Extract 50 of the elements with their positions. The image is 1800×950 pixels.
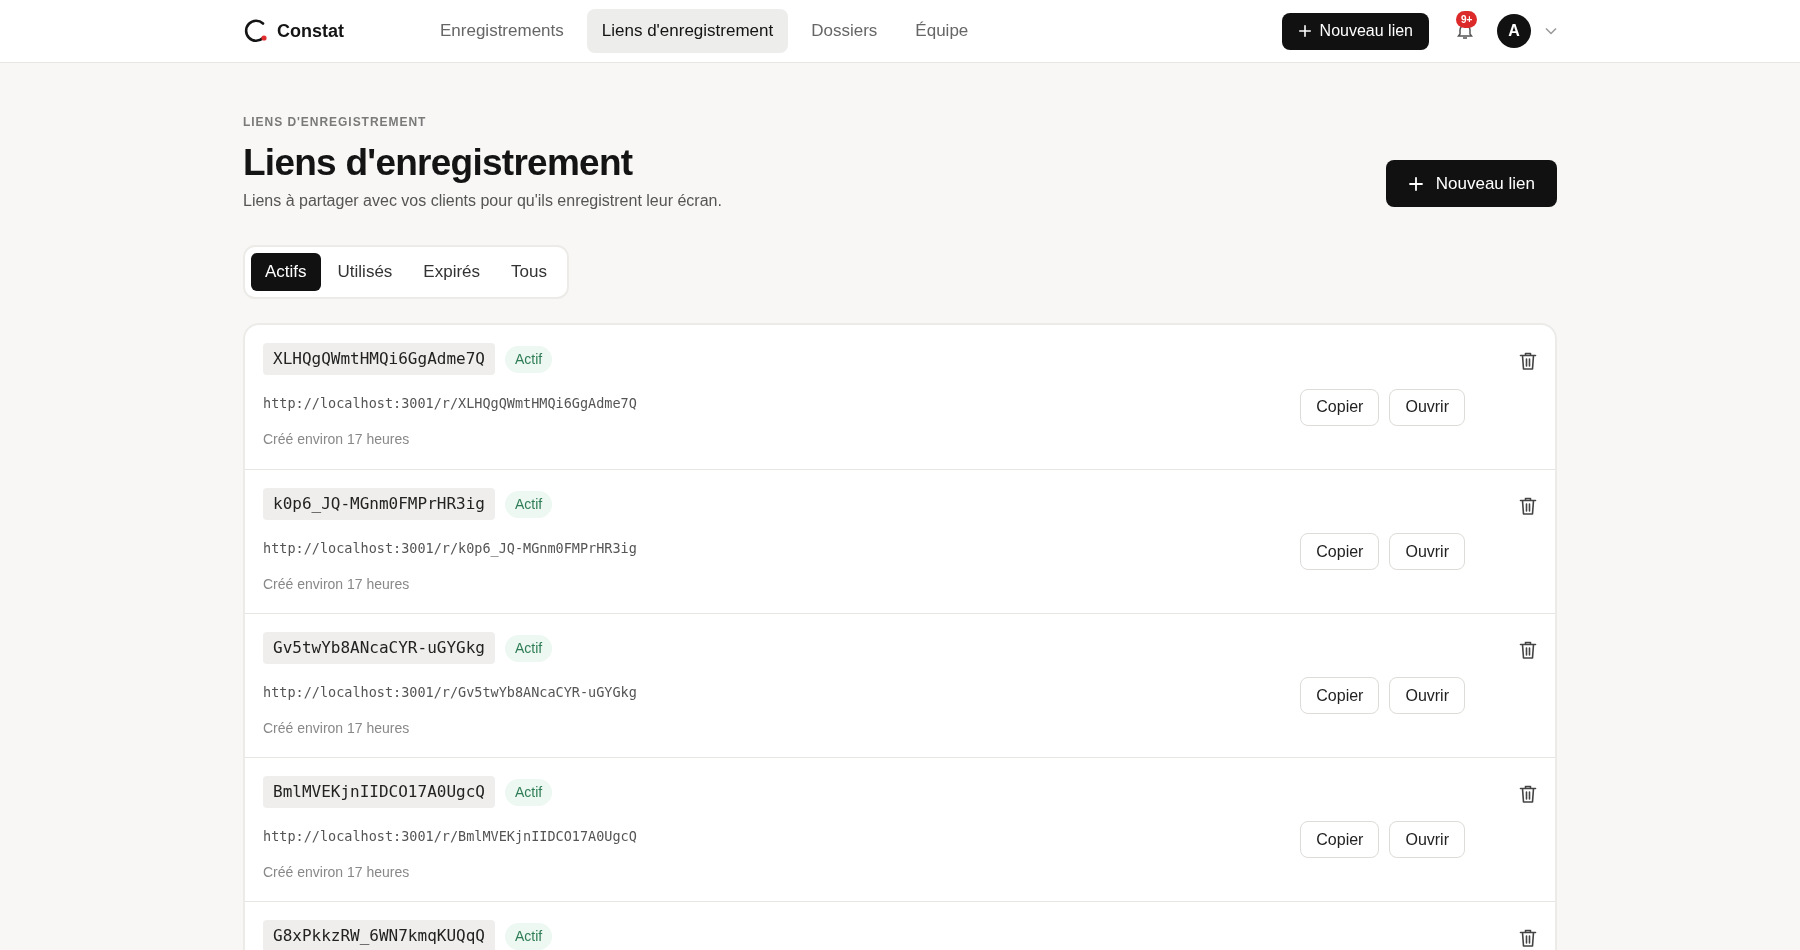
- open-button[interactable]: Ouvrir: [1389, 677, 1465, 714]
- notification-badge: 9+: [1456, 11, 1478, 28]
- trash-icon[interactable]: [1519, 928, 1537, 948]
- link-code: XLHQgQWmtHMQi6GgAdme7Q: [263, 343, 495, 375]
- created-time: Créé environ 17 heures: [263, 430, 411, 450]
- nav-tab[interactable]: Liens d'enregistrement: [586, 9, 789, 53]
- page-title: Liens d'enregistrement: [243, 141, 634, 185]
- filter-tab[interactable]: Actifs: [251, 253, 321, 291]
- link-url: http://localhost:3001/r/Gv5twYb8ANcaCYR-uGYGkg: [263, 683, 638, 702]
- open-button[interactable]: Ouvrir: [1389, 388, 1465, 426]
- link-url: http://localhost:3001/r/BmlMVEKjnIIDCO17A0UgcQ: [263, 827, 638, 846]
- filter-tab[interactable]: Utilisés: [323, 253, 407, 291]
- created-time: Créé environ 17 heures: [263, 719, 411, 739]
- open-button[interactable]: Ouvrir: [1389, 533, 1465, 570]
- filter-tab[interactable]: Expirés: [409, 253, 495, 291]
- logo-icon: [243, 18, 269, 44]
- trash-icon[interactable]: [1519, 640, 1537, 660]
- new-link-button[interactable]: Nouveau lien: [1385, 160, 1557, 207]
- new-link-button[interactable]: Nouveau lien: [1281, 12, 1429, 50]
- brand-name: Constat: [277, 19, 344, 43]
- status-badge: Actif: [504, 634, 553, 662]
- copy-button[interactable]: Copier: [1300, 821, 1380, 858]
- plus-icon: [1407, 175, 1424, 192]
- nav-tab[interactable]: Équipe: [900, 9, 984, 53]
- copy-button[interactable]: Copier: [1300, 533, 1380, 570]
- trash-icon[interactable]: [1519, 496, 1537, 516]
- link-code: k0p6_JQ-MGnm0FMPrHR3ig: [263, 488, 495, 520]
- trash-icon[interactable]: [1519, 351, 1537, 371]
- created-time: Créé environ 17 heures: [263, 863, 411, 883]
- status-badge: Actif: [504, 922, 553, 950]
- nav-tab[interactable]: Dossiers: [796, 9, 893, 53]
- open-button[interactable]: Ouvrir: [1389, 821, 1465, 858]
- link-code: BmlMVEKjnIIDCO17A0UgcQ: [263, 776, 495, 808]
- copy-button[interactable]: Copier: [1300, 388, 1380, 426]
- link-code: Gv5twYb8ANcaCYR-uGYGkg: [263, 632, 495, 664]
- status-badge: Actif: [504, 345, 553, 373]
- status-badge: Actif: [504, 490, 553, 518]
- status-badge: Actif: [504, 778, 553, 806]
- link-code: G8xPkkzRW_6WN7kmqKUQqQ: [263, 920, 495, 950]
- breadcrumb: LIENS D'ENREGISTREMENT: [243, 114, 428, 131]
- link-url: http://localhost:3001/r/XLHQgQWmtHMQi6GgAdme7Q: [263, 394, 638, 413]
- trash-icon[interactable]: [1519, 784, 1537, 804]
- copy-button[interactable]: Copier: [1300, 677, 1380, 714]
- nav-tab[interactable]: Enregistrements: [425, 9, 579, 53]
- created-time: Créé environ 17 heures: [263, 575, 411, 595]
- avatar[interactable]: A: [1497, 14, 1531, 48]
- filter-tab[interactable]: Tous: [497, 253, 561, 291]
- link-url: http://localhost:3001/r/k0p6_JQ-MGnm0FMPrHR3ig: [263, 539, 638, 559]
- page-subtitle: Liens à partager avec vos clients pour qu'ils enregistrent leur écran.: [243, 191, 722, 211]
- plus-icon: [1297, 24, 1312, 38]
